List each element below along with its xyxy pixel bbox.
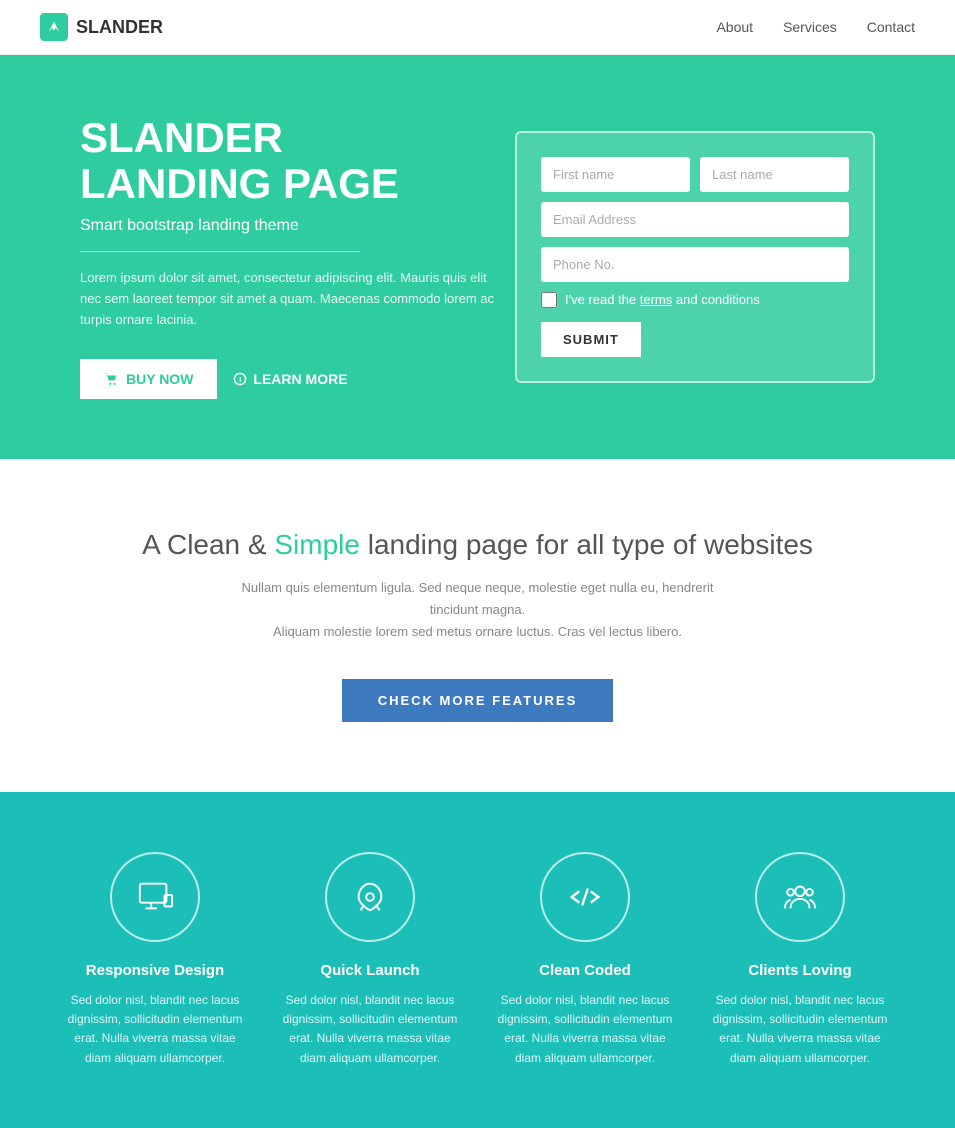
features-title-accent: Simple (274, 529, 360, 560)
buy-now-button[interactable]: BUY NOW (80, 359, 217, 399)
users-icon (781, 878, 819, 916)
learn-more-button[interactable]: i LEARN MORE (233, 371, 347, 387)
features-section: A Clean & Simple landing page for all ty… (0, 459, 955, 792)
hero-divider (80, 251, 360, 252)
hero-title: SLANDERLANDING PAGE (80, 115, 500, 207)
card-responsive: Responsive Design Sed dolor nisl, blandi… (55, 852, 255, 1068)
hero-left: SLANDERLANDING PAGE Smart bootstrap land… (80, 115, 500, 399)
brand-icon (40, 13, 68, 41)
info-icon: i (233, 372, 247, 386)
launch-icon-circle (325, 852, 415, 942)
rocket-icon (351, 878, 389, 916)
nav-about[interactable]: About (716, 19, 753, 35)
hero-form: I've read the terms and conditions SUBMI… (515, 131, 875, 383)
navbar: SLANDER About Services Contact (0, 0, 955, 55)
cards-section: Responsive Design Sed dolor nisl, blandi… (0, 792, 955, 1128)
check-features-button[interactable]: CHECK MORE FEATURES (342, 679, 614, 722)
brand-name: SLANDER (76, 17, 163, 38)
first-name-input[interactable] (541, 157, 690, 192)
card-coded-title: Clean Coded (495, 962, 675, 979)
submit-button[interactable]: SUBMIT (541, 322, 641, 357)
card-coded-text: Sed dolor nisl, blandit nec lacus dignis… (495, 991, 675, 1068)
card-clients-text: Sed dolor nisl, blandit nec lacus dignis… (710, 991, 890, 1068)
form-terms-row: I've read the terms and conditions (541, 292, 849, 308)
card-coded: Clean Coded Sed dolor nisl, blandit nec … (485, 852, 685, 1068)
form-phone-row (541, 247, 849, 282)
features-subtitle: Nullam quis elementum ligula. Sed neque … (218, 577, 738, 643)
terms-label: I've read the terms and conditions (565, 292, 760, 307)
responsive-icon-circle (110, 852, 200, 942)
brand-logo-icon (45, 18, 63, 36)
coded-icon-circle (540, 852, 630, 942)
email-input[interactable] (541, 202, 849, 237)
nav-contact[interactable]: Contact (867, 19, 915, 35)
hero-body: Lorem ipsum dolor sit amet, consectetur … (80, 268, 500, 330)
nav-services[interactable]: Services (783, 19, 837, 35)
monitor-icon (136, 878, 174, 916)
phone-input[interactable] (541, 247, 849, 282)
hero-subtitle: Smart bootstrap landing theme (80, 217, 500, 235)
card-launch: Quick Launch Sed dolor nisl, blandit nec… (270, 852, 470, 1068)
cart-icon (104, 372, 118, 386)
terms-checkbox[interactable] (541, 292, 557, 308)
code-icon (566, 878, 604, 916)
form-name-row (541, 157, 849, 192)
card-responsive-title: Responsive Design (65, 962, 245, 979)
last-name-input[interactable] (700, 157, 849, 192)
nav-links: About Services Contact (716, 19, 915, 35)
clients-icon-circle (755, 852, 845, 942)
card-responsive-text: Sed dolor nisl, blandit nec lacus dignis… (65, 991, 245, 1068)
card-clients: Clients Loving Sed dolor nisl, blandit n… (700, 852, 900, 1068)
terms-link[interactable]: terms (640, 292, 673, 307)
card-clients-title: Clients Loving (710, 962, 890, 979)
svg-text:i: i (240, 377, 242, 384)
card-launch-title: Quick Launch (280, 962, 460, 979)
features-title: A Clean & Simple landing page for all ty… (40, 529, 915, 561)
hero-buttons: BUY NOW i LEARN MORE (80, 359, 500, 399)
brand: SLANDER (40, 13, 163, 41)
form-email-row (541, 202, 849, 237)
hero-section: SLANDERLANDING PAGE Smart bootstrap land… (0, 55, 955, 459)
card-launch-text: Sed dolor nisl, blandit nec lacus dignis… (280, 991, 460, 1068)
cards-grid: Responsive Design Sed dolor nisl, blandi… (48, 852, 908, 1068)
